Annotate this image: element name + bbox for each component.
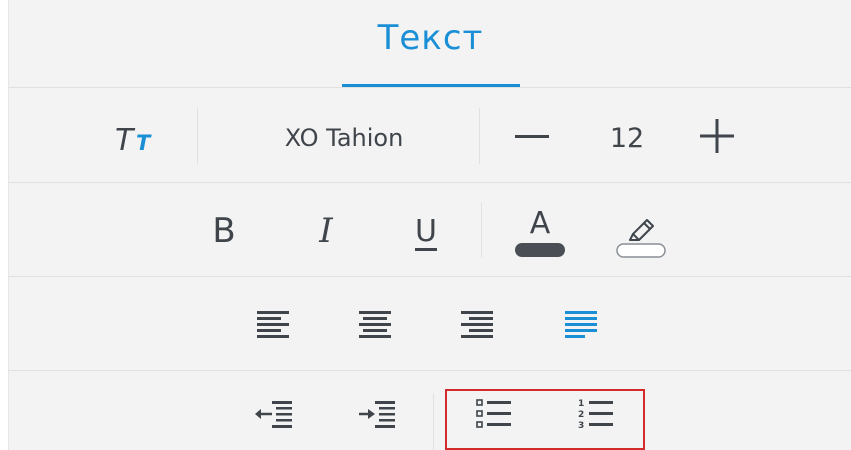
- font-size-value: 12: [609, 122, 645, 154]
- text-size-icon[interactable]: T T: [109, 116, 169, 160]
- align-left-button[interactable]: [245, 298, 301, 354]
- font-size-increase-button[interactable]: [693, 110, 741, 162]
- bulleted-list-icon: [476, 399, 511, 428]
- underline-button[interactable]: U: [401, 206, 451, 256]
- text-color-button[interactable]: A: [505, 200, 575, 260]
- align-justify-icon: [565, 311, 597, 338]
- text-color-letter: A: [530, 206, 551, 241]
- align-right-button[interactable]: [449, 298, 505, 354]
- italic-button[interactable]: I: [301, 206, 351, 256]
- tab-text[interactable]: Текст: [9, 18, 851, 58]
- align-right-icon: [461, 311, 493, 338]
- highlighter-icon: [616, 219, 666, 258]
- bulleted-list-button[interactable]: [467, 386, 523, 442]
- numbered-list-icon: 1 2 3: [578, 399, 613, 431]
- divider: [9, 370, 851, 371]
- separator: [481, 203, 482, 257]
- divider: [9, 276, 851, 277]
- list-number: 1: [578, 399, 584, 409]
- divider: [9, 87, 851, 88]
- svg-text:T: T: [115, 123, 136, 158]
- indent-icon: [359, 401, 395, 428]
- plus-icon: [700, 119, 734, 153]
- bold-button[interactable]: B: [199, 206, 249, 256]
- numbered-list-button[interactable]: 1 2 3: [569, 386, 625, 442]
- highlight-color-button[interactable]: [606, 200, 676, 260]
- list-number: 3: [578, 421, 584, 431]
- minus-icon: [515, 135, 549, 138]
- text-color-swatch: [515, 243, 565, 257]
- font-size-decrease-button[interactable]: [509, 112, 557, 162]
- outdent-button[interactable]: [246, 386, 302, 442]
- align-justify-button[interactable]: [553, 298, 609, 354]
- align-center-icon: [359, 311, 391, 338]
- align-center-button[interactable]: [347, 298, 403, 354]
- list-number: 2: [578, 410, 584, 420]
- separator: [433, 393, 434, 450]
- text-format-panel: Текст T T XO Tahion 12 B I U A 1 2 3: [8, 0, 851, 450]
- divider: [9, 182, 851, 183]
- svg-text:T: T: [136, 131, 152, 155]
- separator: [479, 108, 480, 164]
- outdent-icon: [255, 401, 292, 428]
- indent-button[interactable]: [349, 386, 405, 442]
- font-family-selector[interactable]: XO Tahion: [209, 116, 479, 160]
- align-left-icon: [257, 311, 289, 338]
- separator: [197, 108, 198, 164]
